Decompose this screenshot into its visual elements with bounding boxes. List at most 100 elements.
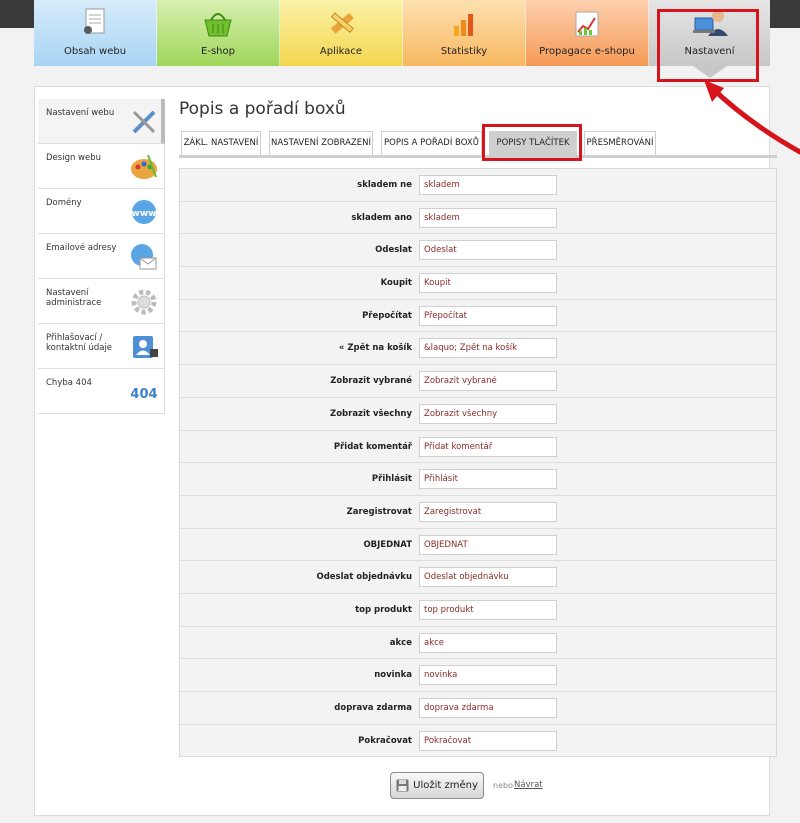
nav-tab-apps[interactable]: Aplikace <box>280 0 403 66</box>
field-input-recalculate[interactable] <box>419 305 557 326</box>
form-row: OBJEDNAT <box>180 529 776 562</box>
form-row: akce <box>180 627 776 660</box>
contact-card-icon <box>133 336 158 358</box>
button-labels-form: skladem ne skladem ano Odeslat Koupit Př… <box>179 168 777 757</box>
field-label: Zaregistrovat <box>346 506 412 517</box>
field-label: Odeslat objednávku <box>316 572 412 583</box>
form-row: doprava zdarma <box>180 692 776 725</box>
tab-display-settings[interactable]: NASTAVENÍ ZOBRAZENÍ <box>269 131 373 155</box>
field-label: Přihlásit <box>371 474 412 485</box>
sidebar-item-label: Nastavení administrace <box>46 288 102 308</box>
page-title: Popis a pořadí boxů <box>179 99 346 119</box>
field-input-show-all[interactable] <box>419 403 557 424</box>
document-icon <box>84 8 105 34</box>
tools-icon <box>132 110 156 134</box>
email-globe-icon <box>131 244 157 270</box>
field-label: « Zpět na košík <box>338 343 412 354</box>
www-globe-icon: www <box>132 200 157 224</box>
svg-text:www: www <box>132 209 157 219</box>
form-row: novinka <box>180 659 776 692</box>
highlight-box-active-tab <box>482 124 582 161</box>
or-text: nebo <box>493 781 513 790</box>
field-input-send-order[interactable] <box>419 567 557 588</box>
nav-tab-label: Statistiky <box>440 46 488 57</box>
palette-icon <box>131 154 157 179</box>
tab-box-order[interactable]: POPIS A POŘADÍ BOXŮ <box>381 131 482 155</box>
sidebar-item-error-404[interactable]: Chyba 404 404 <box>38 369 165 414</box>
field-input-sale[interactable] <box>419 632 557 653</box>
field-label: OBJEDNAT <box>363 539 412 550</box>
field-label: Odeslat <box>375 245 412 256</box>
field-input-free-shipping[interactable] <box>419 698 557 718</box>
basket-icon <box>204 13 232 37</box>
field-input-add-comment[interactable] <box>419 436 557 457</box>
field-label: skladem ne <box>357 180 412 190</box>
field-input-out-of-stock[interactable] <box>419 175 557 195</box>
pencil-ruler-icon <box>330 12 354 34</box>
field-label: skladem ano <box>351 212 412 223</box>
sidebar-item-emails[interactable]: Emailové adresy <box>38 234 165 279</box>
field-input-register[interactable] <box>419 501 557 522</box>
sidebar-item-label: Emailové adresy <box>46 243 117 253</box>
sidebar-item-label: Přihlašovací / kontaktní údaje <box>46 333 113 353</box>
form-row: top produkt <box>180 594 776 627</box>
field-label: Koupit <box>380 278 412 289</box>
form-row: Zaregistrovat <box>180 496 776 529</box>
field-label: doprava zdarma <box>334 703 412 713</box>
sidebar-item-design[interactable]: Design webu <box>38 144 165 189</box>
field-input-buy[interactable] <box>419 273 557 294</box>
back-link[interactable]: Návrat <box>514 780 543 790</box>
nav-tab-promo[interactable]: Propagace e-shopu <box>526 0 649 66</box>
field-label: novinka <box>374 670 412 681</box>
sidebar-item-label: Nastavení webu <box>46 108 115 118</box>
nav-tab-label: Aplikace <box>319 46 363 57</box>
save-button-label: Uložit změny <box>413 780 478 791</box>
field-input-continue[interactable] <box>419 730 557 751</box>
field-input-in-stock[interactable] <box>419 207 557 228</box>
field-input-top-product[interactable] <box>419 599 557 620</box>
sidebar-item-login-contact[interactable]: Přihlašovací / kontaktní údaje <box>38 324 165 369</box>
field-label: Zobrazit všechny <box>330 408 412 419</box>
gear-icon <box>131 289 157 315</box>
nav-tab-content[interactable]: Obsah webu <box>34 0 157 66</box>
field-input-show-selected[interactable] <box>419 371 557 392</box>
form-row: Odeslat <box>180 234 776 268</box>
nav-tab-label: E-shop <box>201 46 235 57</box>
sidebar: Nastavení webu Design webu Domény www Em… <box>38 99 165 414</box>
save-button[interactable]: Uložit změny <box>390 772 484 799</box>
field-input-back-to-cart[interactable] <box>419 338 557 359</box>
bar-chart-icon <box>454 14 473 36</box>
form-row: skladem ano <box>180 202 776 235</box>
tab-basic-settings[interactable]: ZÁKL. NASTAVENÍ <box>181 131 261 155</box>
field-input-new[interactable] <box>419 665 557 686</box>
sidebar-item-admin-settings[interactable]: Nastavení administrace <box>38 279 165 324</box>
svg-text:404: 404 <box>130 387 157 402</box>
sidebar-item-label: Design webu <box>46 153 102 163</box>
field-label: Zobrazit vybrané <box>330 376 412 387</box>
sidebar-item-domains[interactable]: Domény www <box>38 189 165 234</box>
sidebar-item-label: Domény <box>46 198 82 208</box>
growth-chart-icon <box>575 11 599 37</box>
sidebar-item-web-settings[interactable]: Nastavení webu <box>38 99 165 144</box>
field-input-send[interactable] <box>419 240 557 261</box>
form-row: Pokračovat <box>180 725 776 758</box>
form-row: Zobrazit vybrané <box>180 365 776 398</box>
tab-redirects[interactable]: PŘESMĚROVÁNÍ <box>584 131 656 155</box>
form-row: skladem ne <box>180 169 776 202</box>
form-row: Přihlásit <box>180 463 776 496</box>
field-input-order[interactable] <box>419 534 557 555</box>
nav-tab-stats[interactable]: Statistiky <box>403 0 526 66</box>
form-row: Koupit <box>180 267 776 300</box>
annotation-arrow-icon <box>704 80 800 155</box>
form-row: Zobrazit všechny <box>180 398 776 431</box>
subtab-bar: ZÁKL. NASTAVENÍ NASTAVENÍ ZOBRAZENÍ POPI… <box>179 131 777 158</box>
field-label: Přidat komentář <box>333 441 412 452</box>
nav-tab-label: Obsah webu <box>63 46 127 57</box>
field-label: Pokračovat <box>358 735 412 746</box>
highlight-box-settings <box>657 9 759 82</box>
sidebar-item-label: Chyba 404 <box>46 378 92 388</box>
floppy-disk-icon <box>396 779 409 792</box>
nav-tab-eshop[interactable]: E-shop <box>157 0 280 66</box>
field-input-login[interactable] <box>419 469 557 490</box>
form-row: Odeslat objednávku <box>180 561 776 594</box>
